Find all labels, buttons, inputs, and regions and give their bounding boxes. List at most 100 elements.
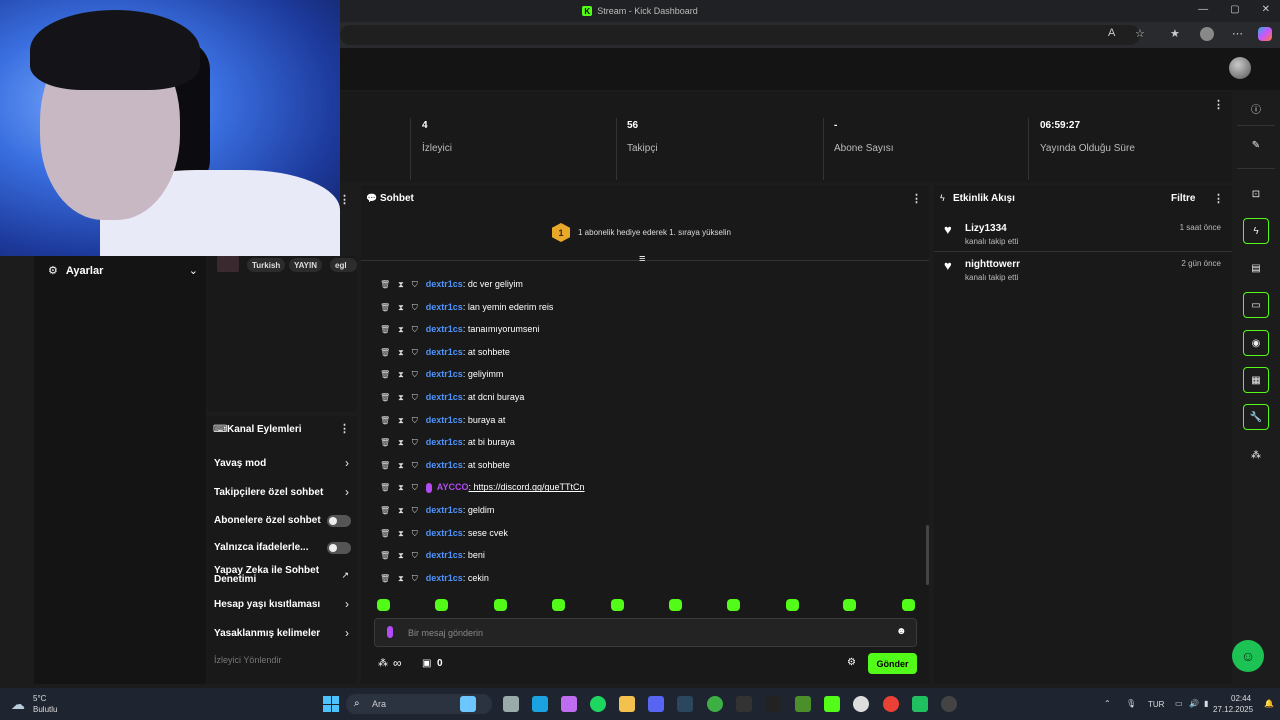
trash-icon[interactable]: 🗑 — [380, 461, 390, 470]
trash-icon[interactable]: 🗑 — [380, 483, 390, 492]
copilot-app-icon[interactable] — [561, 696, 577, 712]
chat-username[interactable]: dextr1cs — [426, 369, 463, 379]
gift-sub-banner-text[interactable]: 1 abonelik hediye ederek 1. sıraya yükse… — [578, 228, 731, 237]
tag-egl[interactable]: egl — [330, 258, 357, 272]
emote-icon[interactable] — [669, 599, 682, 611]
timeout-icon[interactable]: ⧗ — [398, 461, 404, 470]
ban-icon[interactable]: ⛉ — [412, 506, 418, 515]
trash-icon[interactable]: 🗑 — [380, 348, 390, 357]
emote-icon[interactable] — [611, 599, 624, 611]
spotify-icon[interactable] — [590, 696, 606, 712]
chat-menu-icon[interactable]: ⋮ — [911, 192, 922, 205]
file-viewer-icon[interactable] — [503, 696, 519, 712]
settings-row[interactable]: ⚙ Ayarlar ⌄ — [48, 264, 198, 278]
timeout-icon[interactable]: ⧗ — [398, 280, 404, 289]
network-icon[interactable]: ▭ — [1175, 699, 1183, 708]
chat-message-text[interactable]: : https://discord.gg/gueTTtCn — [468, 482, 584, 492]
chat-username[interactable]: dextr1cs — [426, 415, 463, 425]
emote-icon[interactable] — [377, 599, 390, 611]
ban-icon[interactable]: ⛉ — [412, 325, 418, 334]
minecraft-icon[interactable] — [795, 696, 811, 712]
tray-chevron-icon[interactable]: ⌃ — [1104, 699, 1111, 708]
trash-icon[interactable]: 🗑 — [380, 574, 390, 583]
timeout-icon[interactable]: ⧗ — [398, 483, 404, 492]
support-chat-icon[interactable]: ☺ — [1232, 640, 1264, 672]
stats-menu-icon[interactable]: ⋮ — [1213, 98, 1224, 111]
maximize-button[interactable]: ▢ — [1230, 4, 1239, 15]
chat-scrollbar[interactable] — [926, 525, 929, 585]
stats-toggle-icon[interactable]: ▦ — [1243, 367, 1269, 393]
action-banned-words[interactable]: Yasaklanmış kelimeler › — [207, 626, 357, 642]
ban-icon[interactable]: ⛉ — [412, 551, 418, 560]
left-panel-menu-icon[interactable]: ⋮ — [339, 193, 350, 206]
ban-icon[interactable]: ⛉ — [412, 461, 418, 470]
file-explorer-icon[interactable] — [619, 696, 635, 712]
mic-tray-icon[interactable]: 🎙 — [1126, 699, 1136, 708]
chat-username[interactable]: AYCCO — [437, 482, 469, 492]
steelseries-icon[interactable] — [853, 696, 869, 712]
emoji-picker-icon[interactable]: ☻ — [896, 626, 907, 637]
chat-username[interactable]: dextr1cs — [426, 528, 463, 538]
ban-icon[interactable]: ⛉ — [412, 529, 418, 538]
action-ai-moderation[interactable]: Yapay Zeka ile Sohbet Denetimi ↗ — [207, 564, 357, 590]
edge-icon[interactable] — [532, 696, 548, 712]
ban-icon[interactable]: ⛉ — [412, 574, 418, 583]
notifications-icon[interactable]: 🔔 — [1264, 699, 1274, 708]
profile-icon[interactable] — [1200, 27, 1214, 41]
action-host[interactable]: İzleyici Yönlendir — [207, 653, 357, 669]
chat-username[interactable]: dextr1cs — [426, 392, 463, 402]
timeout-icon[interactable]: ⧗ — [398, 325, 404, 334]
tag-yayin[interactable]: YAYIN — [289, 258, 322, 272]
timeout-icon[interactable]: ⧗ — [398, 370, 404, 379]
emote-icon[interactable] — [843, 599, 856, 611]
emotes-only-toggle[interactable] — [327, 542, 351, 554]
emote-icon[interactable] — [552, 599, 565, 611]
trash-icon[interactable]: 🗑 — [380, 370, 390, 379]
discord-icon[interactable] — [648, 696, 664, 712]
trash-icon[interactable]: 🗑 — [380, 551, 390, 560]
timeout-icon[interactable]: ⧗ — [398, 438, 404, 447]
action-slow-mode[interactable]: Yavaş mod › — [207, 456, 357, 472]
minimize-button[interactable]: — — [1198, 4, 1208, 15]
ban-icon[interactable]: ⛉ — [412, 393, 418, 402]
favorites-icon[interactable]: ★ — [1170, 27, 1180, 40]
chrome-icon[interactable] — [883, 696, 899, 712]
chat-username[interactable]: dextr1cs — [426, 324, 463, 334]
action-account-age[interactable]: Hesap yaşı kısıtlaması › — [207, 597, 357, 613]
trash-icon[interactable]: 🗑 — [380, 529, 390, 538]
emote-icon[interactable] — [902, 599, 915, 611]
activity-toggle-icon[interactable]: ϟ — [1243, 218, 1269, 244]
filter-button[interactable]: Filtre — [1171, 193, 1195, 204]
ban-icon[interactable]: ⛉ — [412, 483, 418, 492]
kick-app-icon[interactable] — [824, 696, 840, 712]
emote-icon[interactable] — [727, 599, 740, 611]
user-avatar[interactable] — [1229, 57, 1251, 79]
chat-username[interactable]: dextr1cs — [426, 347, 463, 357]
clock-date[interactable]: 27.12.2025 — [1213, 705, 1253, 714]
xbox-icon[interactable] — [707, 696, 723, 712]
subscribers-only-toggle[interactable] — [327, 515, 351, 527]
close-button[interactable]: ✕ — [1262, 4, 1270, 15]
clock-time[interactable]: 02:44 — [1231, 694, 1251, 703]
chat-username[interactable]: dextr1cs — [426, 279, 463, 289]
trash-icon[interactable]: 🗑 — [380, 506, 390, 515]
wrench-icon[interactable]: 🔧 — [1243, 404, 1269, 430]
chat-settings-icon[interactable]: ⚙ — [847, 657, 856, 668]
more-menu-icon[interactable]: ⋯ — [1232, 27, 1243, 40]
start-button[interactable] — [323, 696, 339, 712]
edit-icon[interactable]: ✎ — [1243, 132, 1269, 158]
timeout-icon[interactable]: ⧗ — [398, 303, 404, 312]
battery-icon[interactable]: ▮ — [1204, 699, 1208, 708]
activity-menu-icon[interactable]: ⋮ — [1213, 192, 1224, 205]
action-followers-only[interactable]: Takipçilere özel sohbet › — [207, 485, 357, 501]
timeout-icon[interactable]: ⧗ — [398, 574, 404, 583]
ban-icon[interactable]: ⛉ — [412, 303, 418, 312]
trash-icon[interactable]: 🗑 — [380, 393, 390, 402]
language-indicator[interactable]: TUR — [1148, 700, 1164, 709]
chat-username[interactable]: dextr1cs — [426, 573, 463, 583]
ban-icon[interactable]: ⛉ — [412, 348, 418, 357]
chat-username[interactable]: dextr1cs — [426, 550, 463, 560]
timeout-icon[interactable]: ⧗ — [398, 529, 404, 538]
timeout-icon[interactable]: ⧗ — [398, 551, 404, 560]
chat-username[interactable]: dextr1cs — [426, 302, 463, 312]
